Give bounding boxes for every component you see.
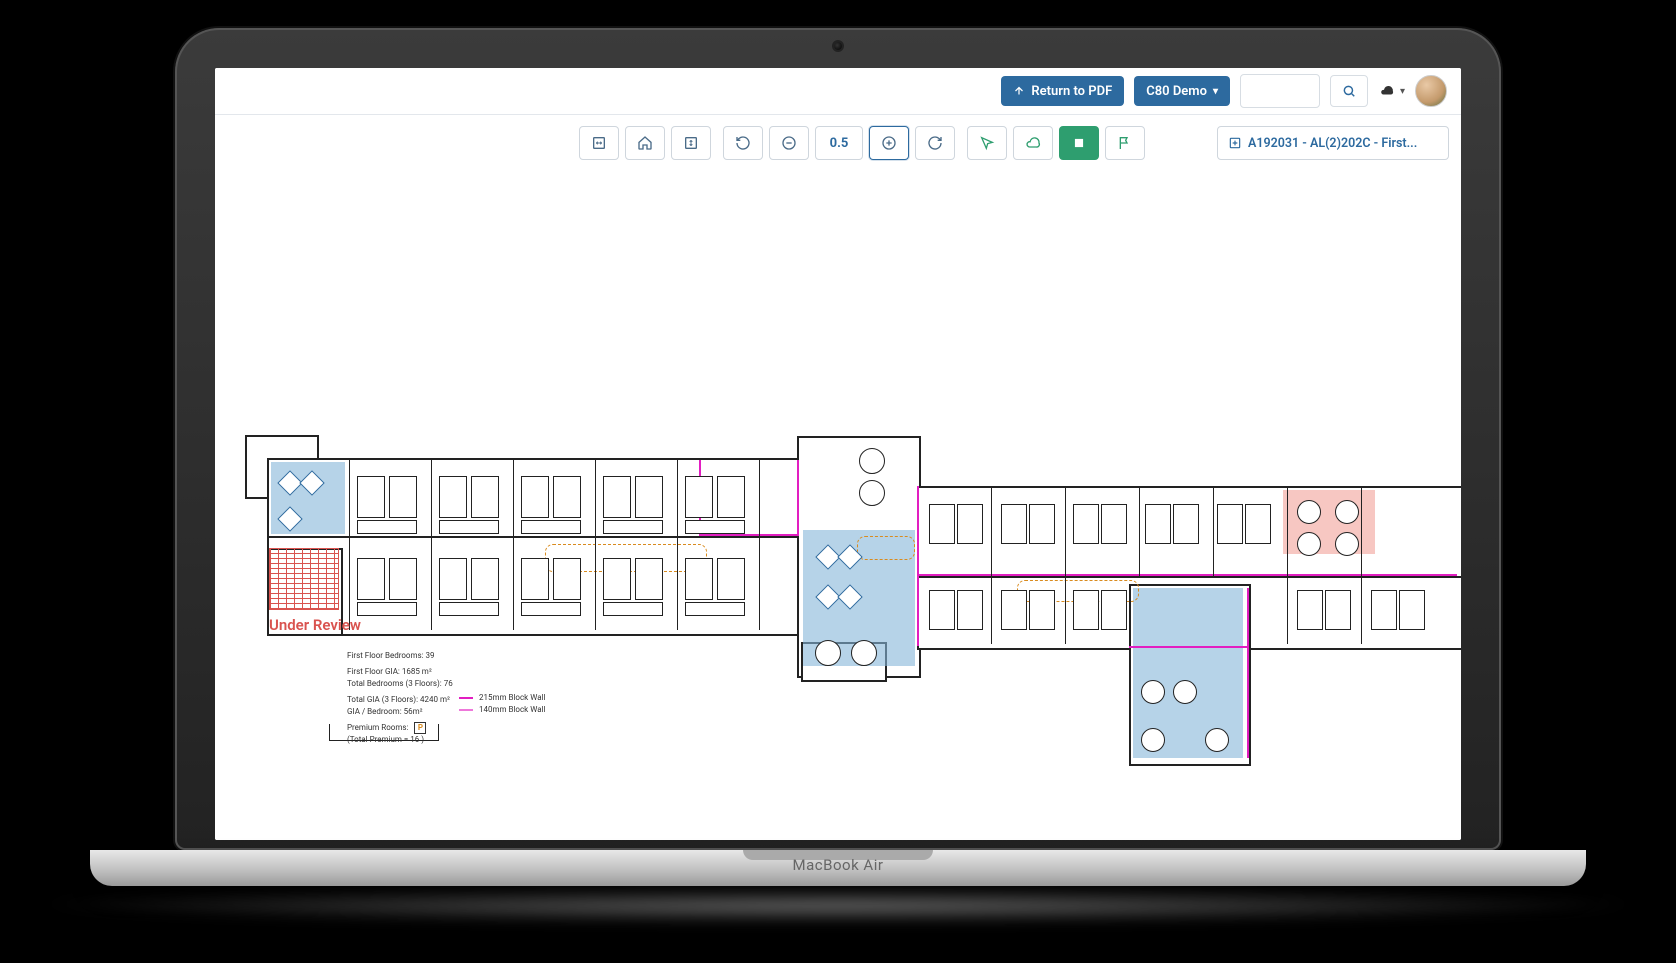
drawing-selector[interactable]: A192031 - AL(2)202C - First...: [1217, 126, 1449, 160]
project-label: C80 Demo: [1146, 84, 1207, 99]
app-screen: Return to PDF C80 Demo ▾ ▾: [215, 68, 1461, 840]
pointer-tool[interactable]: [967, 126, 1007, 160]
chevron-down-icon: ▾: [1213, 86, 1218, 97]
floor-plan: Under Review First Floor Bedrooms: 39 Fi…: [245, 440, 1431, 800]
wall-key: 215mm Block Wall 140mm Block Wall: [459, 692, 545, 716]
upload-icon: [1013, 85, 1025, 97]
laptop-frame: Return to PDF C80 Demo ▾ ▾: [175, 28, 1501, 850]
search-button[interactable]: [1330, 75, 1368, 107]
zoom-value[interactable]: 0.5: [815, 126, 863, 160]
viewer-toolbar: 0.5: [215, 114, 1461, 172]
chevron-down-icon: ▾: [1400, 86, 1405, 97]
fit-page-button[interactable]: [671, 126, 711, 160]
zoom-in-button[interactable]: [869, 126, 909, 160]
drawing-canvas[interactable]: Under Review First Floor Bedrooms: 39 Fi…: [215, 170, 1461, 840]
annotation-stamp[interactable]: Under Review: [269, 616, 361, 634]
project-dropdown[interactable]: C80 Demo ▾: [1134, 76, 1230, 106]
cloud-icon: [1378, 84, 1396, 98]
top-bar: Return to PDF C80 Demo ▾ ▾: [215, 68, 1461, 115]
home-button[interactable]: [625, 126, 665, 160]
rotate-left-button[interactable]: [723, 126, 763, 160]
fit-width-button[interactable]: [579, 126, 619, 160]
avatar[interactable]: [1415, 75, 1447, 107]
return-label: Return to PDF: [1031, 84, 1112, 99]
device-label: MacBook Air: [90, 856, 1586, 874]
rectangle-tool[interactable]: [1059, 126, 1099, 160]
return-to-pdf-button[interactable]: Return to PDF: [1001, 76, 1124, 106]
rotate-right-button[interactable]: [915, 126, 955, 160]
cloud-markup-tool[interactable]: [1013, 126, 1053, 160]
drawing-label: A192031 - AL(2)202C - First...: [1248, 136, 1417, 151]
laptop-hinge: MacBook Air: [90, 850, 1586, 886]
expand-icon: [1228, 136, 1242, 150]
revision-cloud: [857, 536, 915, 560]
laptop-base-shadow: [30, 884, 1646, 924]
search-icon: [1342, 84, 1356, 98]
zoom-out-button[interactable]: [769, 126, 809, 160]
notifications-menu[interactable]: ▾: [1378, 84, 1405, 98]
camera-icon: [834, 42, 842, 50]
markup-hatch: [269, 548, 339, 610]
flag-tool[interactable]: [1105, 126, 1145, 160]
search-input[interactable]: [1240, 74, 1320, 108]
